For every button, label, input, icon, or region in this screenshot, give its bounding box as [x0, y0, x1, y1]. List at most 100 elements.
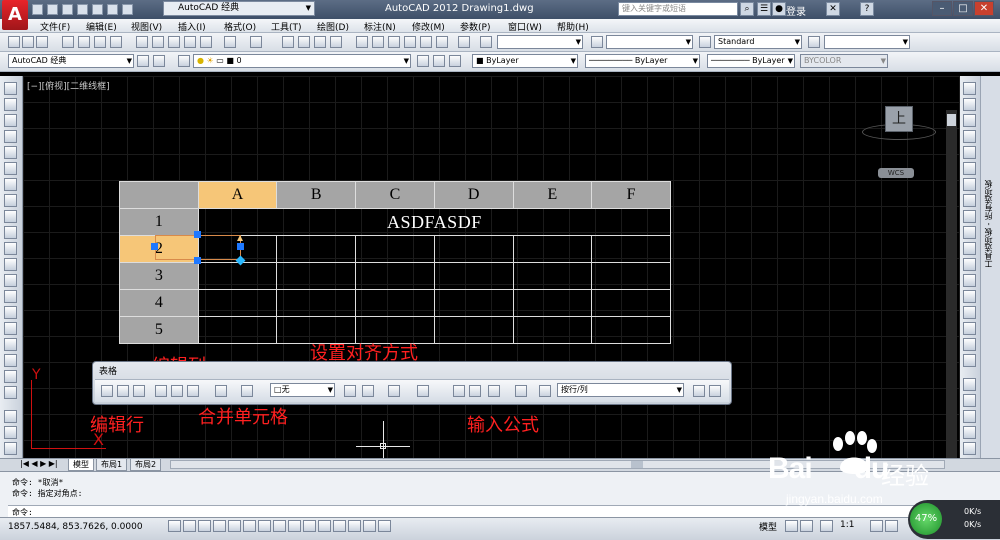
zoom-previous-icon[interactable] — [330, 36, 342, 48]
cell-borders-icon[interactable] — [344, 385, 356, 397]
model-space-button[interactable]: 模型 — [759, 520, 777, 533]
column-width-grip[interactable] — [237, 235, 243, 241]
make-current-layer-icon[interactable] — [417, 55, 429, 67]
linetype-combo[interactable]: ───────── ByLayer ▼ — [585, 54, 700, 68]
lineweight-combo[interactable]: ──────── ByLayer ▼ — [707, 54, 795, 68]
layer-combo[interactable]: ● ☀ ▭ ■ 0 ▼ — [193, 54, 411, 68]
send-under-icon[interactable] — [963, 442, 976, 455]
mirror-icon[interactable] — [963, 114, 976, 127]
grid-display-icon[interactable] — [198, 520, 211, 532]
menu-format[interactable]: 格式(O) — [224, 20, 256, 33]
extend-icon[interactable] — [963, 242, 976, 255]
quick-properties-icon[interactable] — [348, 520, 361, 532]
infer-constraints-icon[interactable] — [168, 520, 181, 532]
navigation-icon[interactable] — [4, 410, 17, 423]
explode-icon[interactable] — [963, 354, 976, 367]
3d-object-snap-icon[interactable] — [258, 520, 271, 532]
save-as-icon[interactable] — [77, 3, 88, 15]
table-cell[interactable] — [591, 262, 671, 290]
tab-model[interactable]: 模型 — [68, 459, 94, 471]
add-selected-icon[interactable] — [4, 386, 17, 399]
merge-cells-icon[interactable] — [215, 385, 227, 397]
table-cell[interactable] — [197, 289, 278, 317]
new-icon[interactable] — [32, 3, 43, 15]
row-header-4[interactable]: 4 — [119, 289, 199, 317]
lineweight-icon[interactable] — [318, 520, 331, 532]
save-icon[interactable] — [36, 36, 48, 48]
text-style-combo-blank[interactable]: ▼ — [497, 35, 583, 49]
3d-print-icon[interactable] — [110, 36, 122, 48]
menu-tools[interactable]: 工具(T) — [271, 20, 302, 33]
table-cell[interactable] — [197, 316, 278, 344]
workspace-combo[interactable]: AutoCAD 经典 ▼ — [8, 54, 134, 68]
line-icon[interactable] — [4, 82, 17, 95]
globe-icon[interactable] — [4, 426, 17, 439]
layer-state-icon[interactable] — [449, 55, 461, 67]
undo-icon[interactable] — [224, 36, 236, 48]
blend-curves-icon[interactable] — [963, 338, 976, 351]
toolbar-lock-icon[interactable] — [885, 520, 898, 532]
erase-icon[interactable] — [963, 82, 976, 95]
cut-icon[interactable] — [136, 36, 148, 48]
help-button[interactable]: ? — [860, 2, 874, 16]
table-cell[interactable] — [197, 262, 278, 290]
viewport-controls[interactable]: [−][俯视][二维线框] — [27, 79, 110, 92]
menu-parameters[interactable]: 参数(P) — [460, 20, 490, 33]
layer-properties-icon[interactable] — [178, 55, 190, 67]
column-header-e[interactable]: E — [512, 181, 593, 209]
column-header-d[interactable]: D — [433, 181, 514, 209]
workspace-switching-icon[interactable] — [870, 520, 883, 532]
table-cell[interactable] — [433, 316, 514, 344]
menu-view[interactable]: 视图(V) — [131, 20, 162, 33]
tab-layout2[interactable]: 布局2 — [130, 459, 162, 471]
menu-file[interactable]: 文件(F) — [40, 20, 70, 33]
close-button[interactable]: ✕ — [974, 1, 994, 16]
hatch-icon[interactable] — [4, 306, 17, 319]
rectangle-icon[interactable] — [4, 146, 17, 159]
alignment-icon[interactable] — [362, 385, 374, 397]
text-style-icon[interactable] — [480, 36, 492, 48]
menu-insert[interactable]: 插入(I) — [178, 20, 206, 33]
plotstyle-combo[interactable]: BYCOLOR ▼ — [800, 54, 888, 68]
copy-object-icon[interactable] — [963, 98, 976, 111]
object-snap-icon[interactable] — [243, 520, 256, 532]
markup-icon[interactable] — [420, 36, 432, 48]
vertical-scrollbar[interactable] — [946, 110, 957, 458]
table-cell[interactable] — [591, 316, 671, 344]
construction-line-icon[interactable] — [4, 98, 17, 111]
table-cell[interactable] — [591, 235, 671, 263]
break-at-point-icon[interactable] — [963, 258, 976, 271]
properties-icon[interactable] — [356, 36, 368, 48]
arc-icon[interactable] — [4, 162, 17, 175]
coordinate-readout[interactable]: 1857.5484, 853.7626, 0.0000 — [8, 522, 143, 532]
pan-icon[interactable] — [282, 36, 294, 48]
join-icon[interactable] — [963, 290, 976, 303]
menu-modify[interactable]: 修改(M) — [412, 20, 445, 33]
steering-wheel-icon[interactable] — [4, 442, 17, 455]
workspace-selector[interactable]: AutoCAD 经典 ▼ — [163, 1, 315, 16]
print-icon[interactable] — [92, 3, 103, 15]
make-block-icon[interactable] — [4, 274, 17, 287]
tool-palettes-icon[interactable] — [388, 36, 400, 48]
move-icon[interactable] — [963, 162, 976, 175]
table-cell[interactable] — [355, 289, 435, 317]
insert-block-icon[interactable] — [4, 258, 17, 271]
quick-view-drawings-icon[interactable] — [800, 520, 813, 532]
design-center-icon[interactable] — [372, 36, 384, 48]
tab-navigation-arrows-icon[interactable]: |◀ ◀ ▶ ▶| — [20, 459, 58, 468]
array-icon[interactable] — [963, 146, 976, 159]
new-icon[interactable] — [8, 36, 20, 48]
menu-dimension[interactable]: 标注(N) — [364, 20, 396, 33]
break-icon[interactable] — [963, 274, 976, 287]
ellipse-icon[interactable] — [4, 226, 17, 239]
selection-cycling-icon[interactable] — [363, 520, 376, 532]
polar-tracking-icon[interactable] — [228, 520, 241, 532]
column-header-b[interactable]: B — [276, 181, 357, 209]
table-cell[interactable] — [433, 262, 514, 290]
row-header-5[interactable]: 5 — [119, 316, 199, 344]
table-cell[interactable] — [355, 262, 435, 290]
rotate-icon[interactable] — [963, 178, 976, 191]
insert-row-above-icon[interactable] — [101, 385, 113, 397]
bring-to-front-icon[interactable] — [963, 394, 976, 407]
point-icon[interactable] — [4, 290, 17, 303]
